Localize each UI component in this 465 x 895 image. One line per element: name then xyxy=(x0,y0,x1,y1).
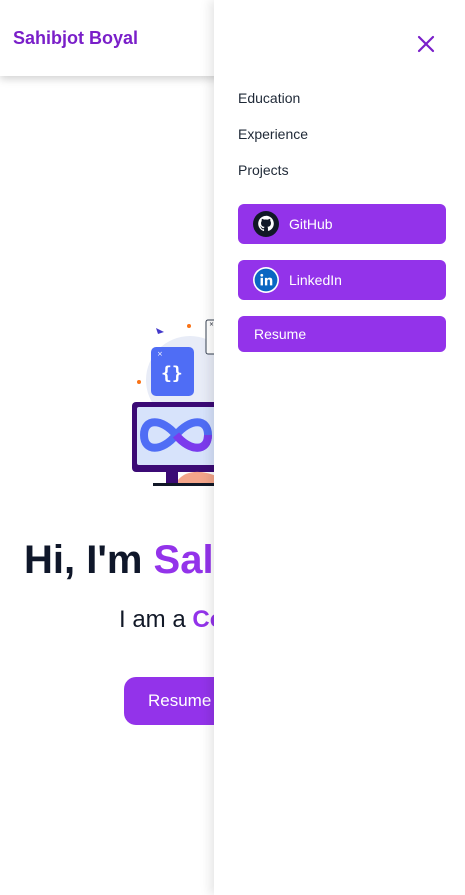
hero-subtitle-prefix: I am a xyxy=(119,606,193,633)
nav-link-education[interactable]: Education xyxy=(238,90,300,106)
nav-link-experience[interactable]: Experience xyxy=(238,126,308,142)
github-icon xyxy=(253,211,279,237)
github-button-label: GitHub xyxy=(289,216,333,232)
nav-link-projects[interactable]: Projects xyxy=(238,162,289,178)
page: Sahibjot Boyal × × {} Hi, I'm Sal I am a… xyxy=(0,0,465,895)
devops-infinity-monitor-icon: × × {} xyxy=(132,319,220,486)
drawer-resume-button[interactable]: Resume xyxy=(238,316,446,352)
hero-subtitle: I am a Co xyxy=(119,606,224,634)
linkedin-icon xyxy=(253,267,279,293)
drawer-resume-label: Resume xyxy=(254,326,307,342)
close-icon[interactable] xyxy=(414,32,438,56)
svg-text:{}: {} xyxy=(161,363,183,384)
github-button[interactable]: GitHub xyxy=(238,204,446,244)
brand-logo-text[interactable]: Sahibjot Boyal xyxy=(13,28,138,49)
hero-heading: Hi, I'm Sal xyxy=(24,538,214,583)
mobile-nav-drawer: Education Experience Projects GitHub Lin… xyxy=(214,0,465,895)
svg-text:×: × xyxy=(157,350,163,358)
hero-name: Sal xyxy=(153,538,214,582)
hero-greeting: Hi, I'm xyxy=(24,538,154,582)
linkedin-button[interactable]: LinkedIn xyxy=(238,260,446,300)
linkedin-button-label: LinkedIn xyxy=(289,272,342,288)
